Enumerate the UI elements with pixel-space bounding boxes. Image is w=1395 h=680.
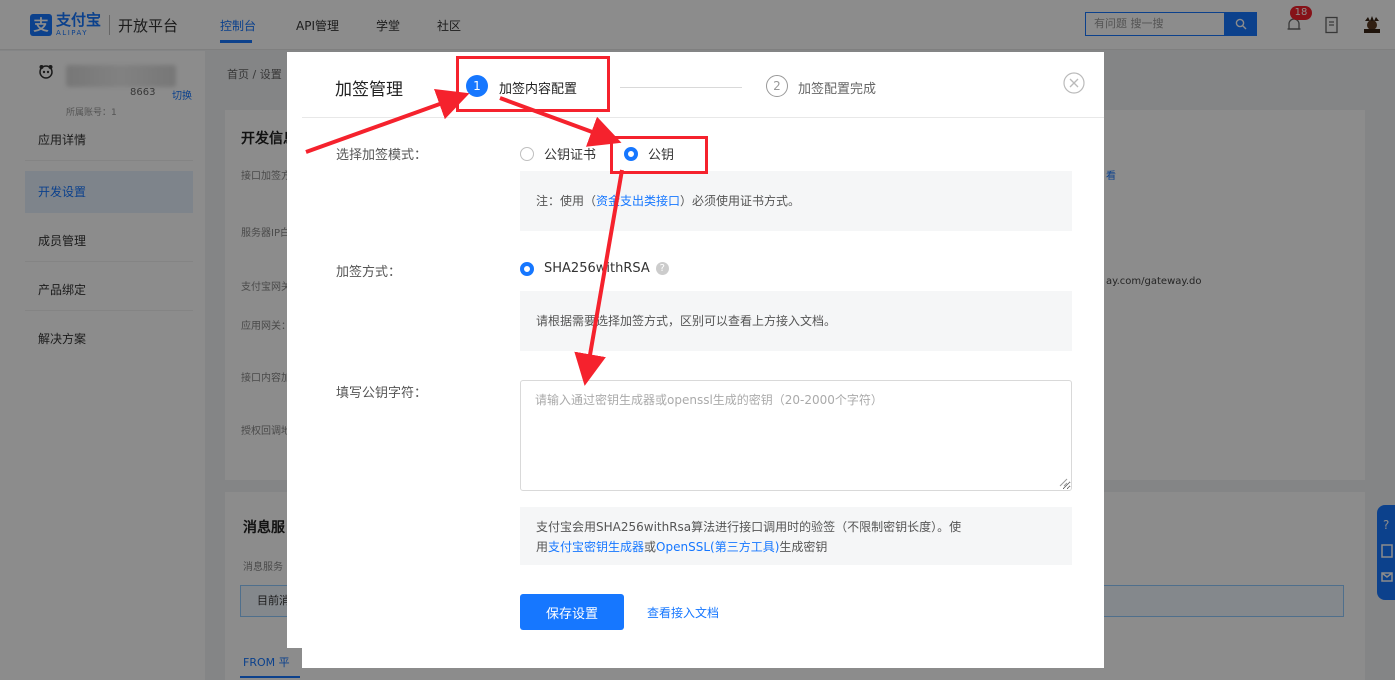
view-docs-link[interactable]: 查看接入文档 (647, 604, 719, 621)
radio-public-key-cert-label: 公钥证书 (544, 148, 597, 163)
radio-sha256withrsa-label: SHA256withRSA (544, 261, 650, 276)
resize-handle-icon[interactable] (1058, 477, 1068, 487)
alipay-key-generator-link[interactable]: 支付宝密钥生成器 (548, 540, 644, 554)
tip-suffix: 生成密钥 (779, 540, 828, 554)
sign-method-label: 加签方式： (336, 265, 402, 280)
key-tip-note: 支付宝会用SHA256withRsa算法进行接口调用时的验签（不限制密钥长度）。… (520, 507, 1072, 565)
tip-or: 或 (644, 540, 657, 554)
radio-public-key-cert[interactable]: 公钥证书 (520, 144, 596, 163)
sign-mode-label: 选择加签模式： (336, 148, 428, 163)
sign-method-note: 请根据需要选择加签方式，区别可以查看上方接入文档。 (520, 291, 1072, 351)
highlight-public-key (610, 136, 708, 174)
save-settings-button[interactable]: 保存设置 (520, 594, 624, 630)
question-icon[interactable]: ? (655, 262, 669, 275)
step2-indicator: 2 (766, 75, 788, 97)
tip-prefix: 用 (536, 540, 549, 554)
step2-label: 加签配置完成 (798, 82, 877, 97)
step-connector (620, 87, 742, 88)
tip-line1: 支付宝会用SHA256withRsa算法进行接口调用时的验签（不限制密钥长度）。… (536, 520, 962, 534)
sign-mode-note: 注：使用（资金支出类接口）必须使用证书方式。 (520, 171, 1072, 231)
openssl-link[interactable]: OpenSSL(第三方工具) (656, 540, 779, 554)
public-key-input[interactable] (520, 380, 1072, 491)
note-prefix: 注：使用（ (536, 194, 597, 208)
close-button[interactable] (1063, 72, 1085, 94)
modal-left-edge (287, 52, 302, 648)
radio-circle (520, 146, 534, 161)
tip-line2: 用支付宝密钥生成器或OpenSSL(第三方工具)生成密钥 (536, 537, 1056, 557)
close-icon (1063, 72, 1085, 94)
radio-circle-selected (520, 261, 534, 276)
modal-title: 加签管理 (335, 80, 403, 100)
highlight-step1 (456, 56, 610, 112)
radio-sha256withrsa[interactable]: SHA256withRSA ? (520, 261, 669, 276)
modal-header-divider (302, 117, 1104, 118)
fund-payout-api-link[interactable]: 资金支出类接口 (596, 194, 680, 208)
public-key-label: 填写公钥字符： (336, 386, 428, 401)
note-suffix: ）必须使用证书方式。 (680, 194, 801, 208)
